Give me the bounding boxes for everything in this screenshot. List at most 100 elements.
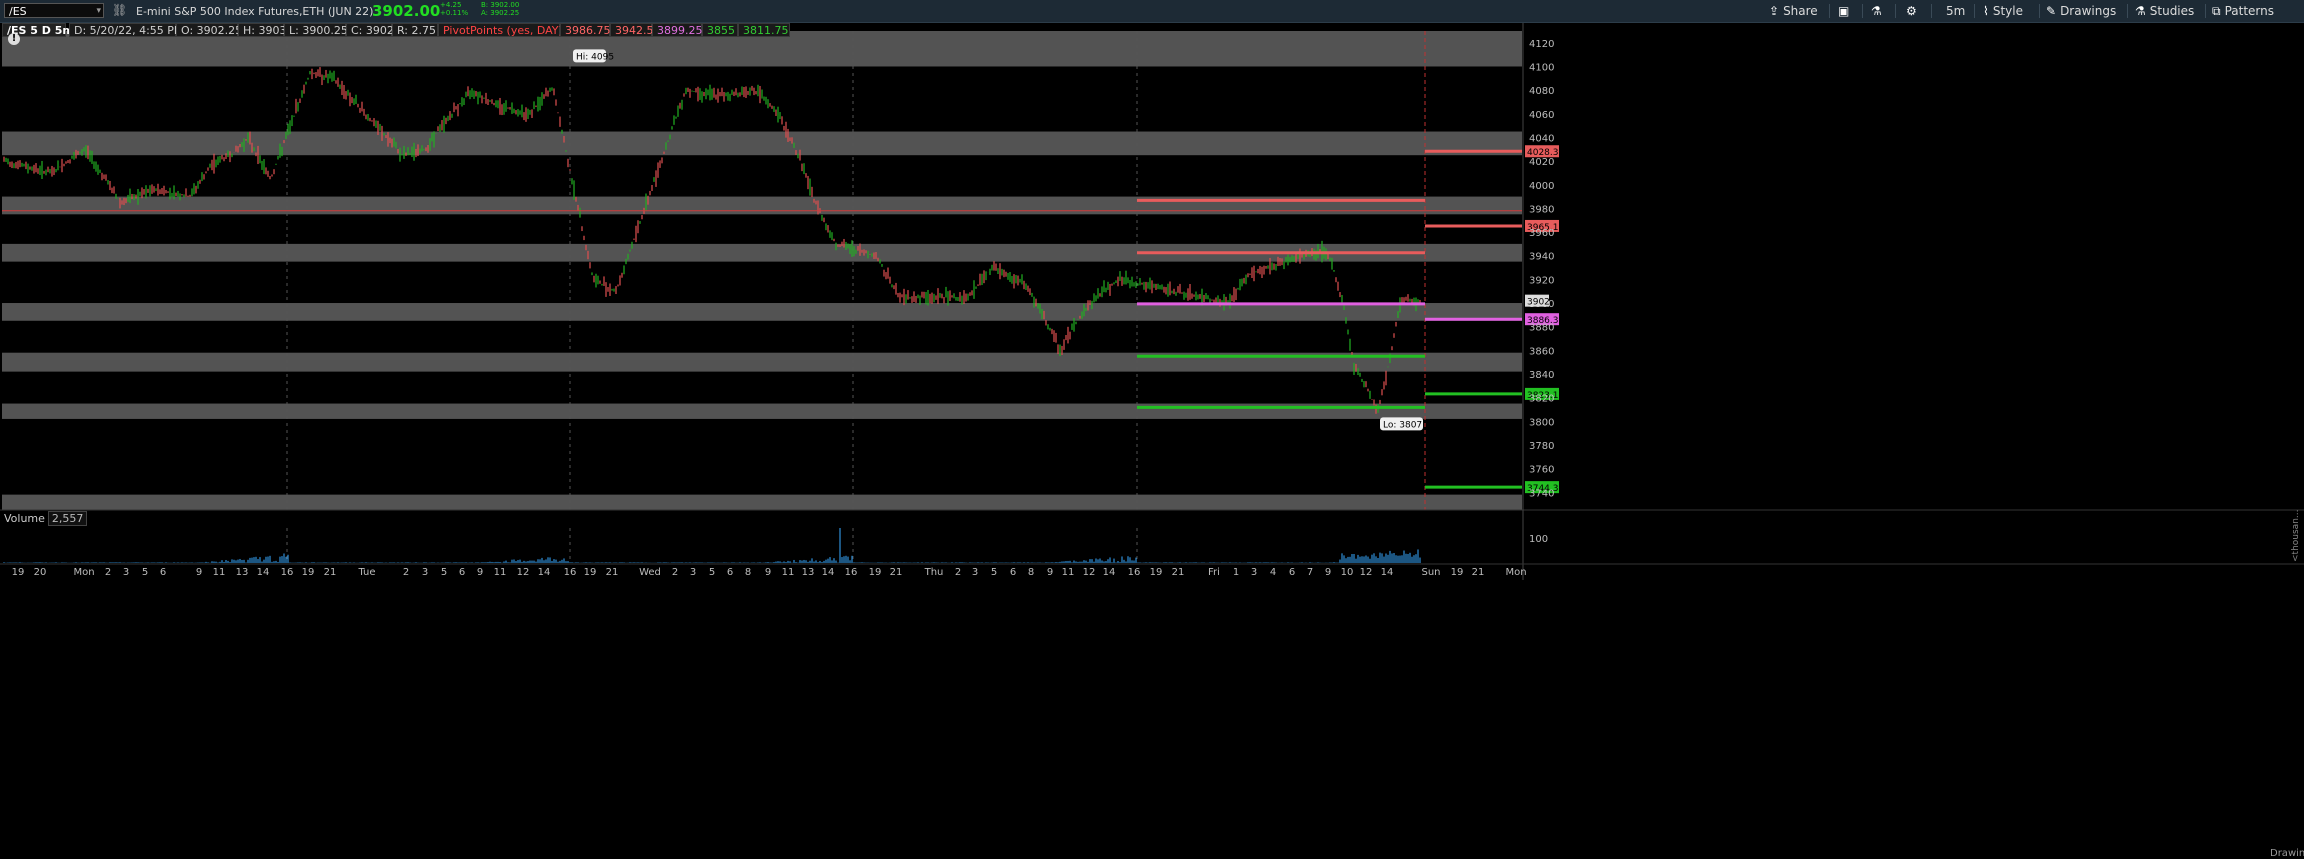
share-icon: ⇪ xyxy=(1769,4,1780,18)
x-tick-label: 12 xyxy=(1360,567,1373,578)
pencil-icon: ✎ xyxy=(2046,4,2057,18)
x-tick-label: 14 xyxy=(538,567,551,578)
share-label: Share xyxy=(1783,4,1818,18)
y-tick-label: 4100 xyxy=(1529,62,1554,73)
x-tick-label: 2 xyxy=(403,567,409,578)
y-tick-label: 4120 xyxy=(1529,39,1554,50)
drawings-button[interactable]: ✎ Drawings xyxy=(2046,3,2116,19)
x-tick-label: 19 xyxy=(869,567,882,578)
bar-date: D: 5/20/22, 4:55 PM xyxy=(69,23,183,37)
y-tick-label: 3940 xyxy=(1529,252,1554,263)
x-tick-label: 19 xyxy=(1451,567,1464,578)
y-tick-label: 3740 xyxy=(1529,488,1554,499)
x-tick-label: Mon xyxy=(73,567,94,578)
lab-button[interactable]: ⚗ xyxy=(1871,3,1886,19)
x-tick-label: 9 xyxy=(765,567,771,578)
x-tick-label: 3 xyxy=(422,567,428,578)
gray-zone xyxy=(2,403,1522,419)
y-tick-label: 4040 xyxy=(1529,133,1554,144)
bar-close: C: 3902 xyxy=(346,23,394,37)
x-tick-label: 13 xyxy=(236,567,249,578)
pivot-r1: 3942.5 xyxy=(610,23,654,37)
symbol-selector[interactable]: /ES ▾ xyxy=(4,3,104,18)
divider xyxy=(2127,4,2128,18)
style-label: Style xyxy=(1992,4,2023,18)
price-chart[interactable]: 4028.333965.173886.333823.173744.33 100 <… xyxy=(0,0,2304,857)
link-icon[interactable]: ⛓ xyxy=(112,3,127,17)
x-tick-label: 19 xyxy=(584,567,597,578)
volume-value: 2,557 xyxy=(47,511,88,526)
x-tick-label: 14 xyxy=(1381,567,1394,578)
study-name[interactable]: PivotPoints (yes, DAY) xyxy=(438,23,563,37)
x-tick-label: 3 xyxy=(123,567,129,578)
x-tick-label: 5 xyxy=(441,567,447,578)
x-tick-label: Sun xyxy=(1421,567,1440,578)
y-tick-label: 3780 xyxy=(1529,441,1554,452)
y-tick-label: 3860 xyxy=(1529,346,1554,357)
x-tick-label: 21 xyxy=(606,567,619,578)
x-tick-label: Wed xyxy=(639,567,661,578)
x-tick-label: 3 xyxy=(1251,567,1257,578)
x-tick-label: 14 xyxy=(822,567,835,578)
x-tick-label: 6 xyxy=(1289,567,1295,578)
low-label: Lo: 3807.5 xyxy=(1383,420,1431,430)
style-button[interactable]: ⌇ Style xyxy=(1983,3,2023,19)
x-tick-label: 7 xyxy=(1307,567,1313,578)
snapshot-button[interactable]: ▣ xyxy=(1838,3,1853,19)
x-tick-label: 1 xyxy=(1233,567,1239,578)
pivot-s2: 3811.75 xyxy=(738,23,790,37)
bid-price: B: 3902.00 xyxy=(481,1,520,9)
x-tick-label: 8 xyxy=(745,567,751,578)
x-tick-label: 5 xyxy=(142,567,148,578)
divider xyxy=(1829,4,1830,18)
x-tick-label: 2 xyxy=(672,567,678,578)
drawings-label: Drawings xyxy=(2060,4,2117,18)
gear-icon: ⚙ xyxy=(1906,4,1917,18)
bar-range: R: 2.75 xyxy=(392,23,438,37)
instrument-description: E-mini S&P 500 Index Futures,ETH (JUN 22… xyxy=(136,5,374,18)
divider xyxy=(2205,4,2206,18)
x-tick-label: 3 xyxy=(690,567,696,578)
x-tick-label: Fri xyxy=(1208,567,1220,578)
x-tick-label: 16 xyxy=(1128,567,1141,578)
x-tick-label: Thu xyxy=(924,567,944,578)
studies-button[interactable]: ⚗ Studies xyxy=(2135,3,2194,19)
top-toolbar: /ES ▾ ⛓ E-mini S&P 500 Index Futures,ETH… xyxy=(0,0,2304,23)
y-tick-label: 3820 xyxy=(1529,394,1554,405)
volume-tick-label: 100 xyxy=(1529,534,1548,545)
y-tick-label: 4060 xyxy=(1529,110,1554,121)
flask-icon: ⚗ xyxy=(1871,4,1882,18)
bar-low: L: 3900.25 xyxy=(284,23,348,37)
change-pct: +0.11% xyxy=(440,9,469,17)
y-tick-label: 3760 xyxy=(1529,465,1554,476)
patterns-button[interactable]: ⧉ Patterns xyxy=(2212,3,2274,19)
x-tick-label: 11 xyxy=(494,567,507,578)
timeframe-label: 5m xyxy=(1946,4,1966,18)
x-tick-label: 16 xyxy=(281,567,294,578)
bar-open: O: 3902.25 xyxy=(176,23,242,37)
alert-icon[interactable]: ! xyxy=(8,33,20,45)
x-tick-label: 11 xyxy=(1062,567,1075,578)
x-tick-label: 16 xyxy=(564,567,577,578)
x-tick-label: 20 xyxy=(34,567,47,578)
x-tick-label: 12 xyxy=(1083,567,1096,578)
x-tick-label: 14 xyxy=(257,567,270,578)
drawing-set-label[interactable]: Drawing set: xyxy=(2270,848,2304,859)
settings-button[interactable]: ⚙ xyxy=(1906,3,1921,19)
x-tick-label: 21 xyxy=(890,567,903,578)
timeframe-button[interactable]: 5m xyxy=(1946,3,1965,19)
patterns-label: Patterns xyxy=(2224,4,2275,18)
pivot-s1: 3855 xyxy=(702,23,738,37)
bar-high: H: 3903 xyxy=(238,23,286,37)
pivot-r2: 3986.75 xyxy=(560,23,611,37)
share-button[interactable]: ⇪ Share xyxy=(1769,3,1818,19)
x-tick-label: 11 xyxy=(213,567,226,578)
x-tick-label: 8 xyxy=(1028,567,1034,578)
bid-ask: B: 3902.00 A: 3902.25 xyxy=(481,1,519,17)
volume-unit-label: <thousan... xyxy=(2291,510,2301,562)
style-icon: ⌇ xyxy=(1983,4,1989,18)
y-tick-label: 4080 xyxy=(1529,86,1554,97)
divider xyxy=(2039,4,2040,18)
x-tick-label: 6 xyxy=(727,567,733,578)
volume-title: Volume xyxy=(4,512,45,525)
